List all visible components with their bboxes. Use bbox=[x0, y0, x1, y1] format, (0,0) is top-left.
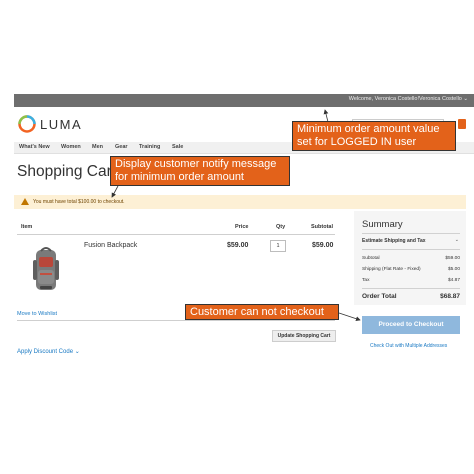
proceed-to-checkout-button[interactable]: Proceed to Checkout bbox=[362, 316, 460, 334]
product-image-backpack[interactable] bbox=[27, 245, 65, 293]
notice-text: You must have total $100.00 to checkout. bbox=[33, 199, 125, 205]
nav-item-sale[interactable]: Sale bbox=[172, 144, 183, 150]
order-total-row: Order Total $68.87 bbox=[362, 293, 460, 300]
welcome-message: Welcome, Veronica Costello! bbox=[348, 96, 419, 102]
update-cart-button[interactable]: Update Shopping Cart bbox=[272, 330, 336, 342]
annotation-line: Minimum order amount value bbox=[297, 123, 440, 135]
apply-discount-link[interactable]: Apply Discount Code ⌄ bbox=[17, 348, 80, 355]
estimate-shipping-toggle[interactable]: Estimate Shipping and Tax bbox=[362, 238, 426, 244]
summary-value: $5.00 bbox=[447, 267, 460, 272]
chevron-down-icon[interactable]: ⌄ bbox=[455, 237, 459, 243]
column-header-item: Item bbox=[21, 224, 33, 230]
order-total-value: $68.87 bbox=[440, 293, 460, 300]
summary-label: Subtotal bbox=[362, 256, 380, 261]
nav-item-training[interactable]: Training bbox=[139, 144, 160, 150]
summary-label: Tax bbox=[362, 278, 370, 283]
divider bbox=[362, 288, 460, 289]
minimum-order-notice: You must have total $100.00 to checkout. bbox=[14, 195, 466, 209]
summary-value: $59.00 bbox=[445, 256, 460, 261]
column-header-subtotal: Subtotal bbox=[311, 224, 333, 230]
order-summary: Summary Estimate Shipping and Tax ⌄ Subt… bbox=[354, 211, 466, 305]
column-header-qty: Qty bbox=[276, 224, 286, 230]
nav-item-gear[interactable]: Gear bbox=[115, 144, 128, 150]
order-total-label: Order Total bbox=[362, 293, 397, 300]
quantity-input[interactable]: 1 bbox=[270, 240, 286, 252]
summary-row-subtotal: Subtotal $59.00 bbox=[362, 256, 460, 261]
luma-logo-icon[interactable] bbox=[18, 115, 36, 133]
divider bbox=[362, 233, 460, 234]
summary-row-shipping: Shipping (Flat Rate - Fixed) $5.00 bbox=[362, 267, 460, 272]
annotation-line: for minimum order amount bbox=[115, 171, 244, 183]
annotation-line: set for LOGGED IN user bbox=[297, 136, 417, 148]
nav-item-women[interactable]: Women bbox=[61, 144, 81, 150]
annotation-no-checkout: Customer can not checkout bbox=[185, 304, 339, 320]
product-name-link[interactable]: Fusion Backpack bbox=[84, 242, 137, 249]
summary-title: Summary bbox=[362, 219, 403, 230]
top-bar: Welcome, Veronica Costello! Veronica Cos… bbox=[14, 94, 474, 107]
annotation-line: Customer can not checkout bbox=[190, 306, 324, 318]
luma-logo-text[interactable]: LUMA bbox=[40, 117, 82, 132]
divider bbox=[17, 320, 335, 321]
annotation-line: Display customer notify message bbox=[115, 158, 277, 170]
column-header-price: Price bbox=[235, 224, 249, 230]
nav-item-whats-new[interactable]: What's New bbox=[19, 144, 50, 150]
multi-address-checkout-link[interactable]: Check Out with Multiple Addresses bbox=[370, 343, 447, 349]
summary-row-tax: Tax $4.87 bbox=[362, 278, 460, 283]
minicart-icon[interactable] bbox=[458, 119, 466, 129]
divider bbox=[17, 234, 335, 235]
item-subtotal: $59.00 bbox=[312, 242, 334, 249]
summary-value: $4.87 bbox=[447, 278, 460, 283]
move-to-wishlist-link[interactable]: Move to Wishlist bbox=[17, 311, 57, 317]
summary-label: Shipping (Flat Rate - Fixed) bbox=[362, 267, 421, 272]
customer-menu[interactable]: Veronica Costello ⌄ bbox=[419, 96, 468, 102]
annotation-notify-message: Display customer notify message for mini… bbox=[110, 156, 290, 186]
annotation-minimum-amount: Minimum order amount value set for LOGGE… bbox=[292, 121, 456, 151]
nav-item-men[interactable]: Men bbox=[92, 144, 103, 150]
divider bbox=[362, 249, 460, 250]
page-title: Shopping Cart bbox=[17, 163, 117, 180]
item-price: $59.00 bbox=[227, 242, 249, 249]
warning-icon bbox=[21, 198, 29, 205]
